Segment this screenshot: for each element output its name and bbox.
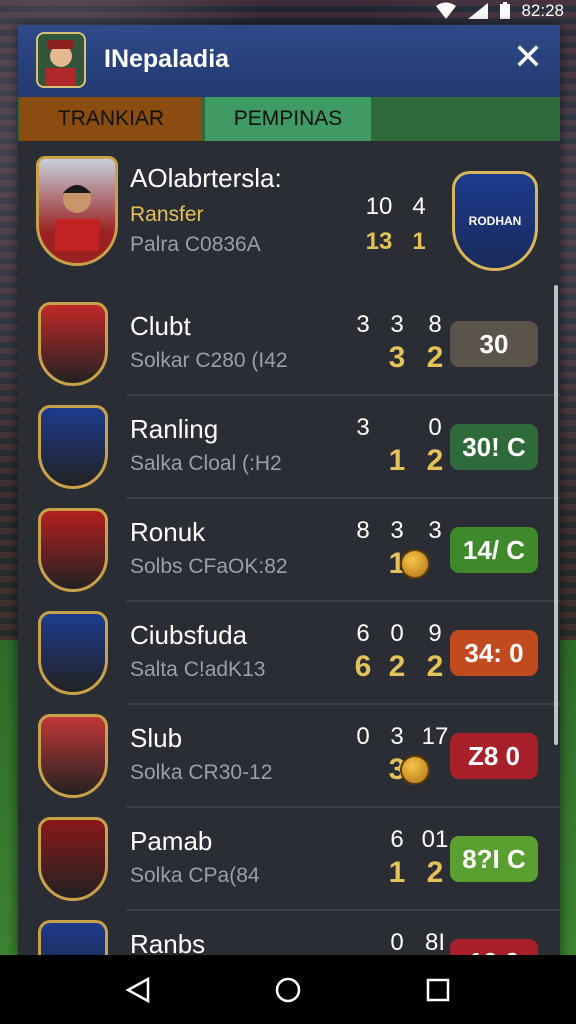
stat-top: 6 xyxy=(356,620,370,647)
club-crest-icon xyxy=(38,405,108,489)
club-crest-icon xyxy=(38,302,108,386)
panel-title: INepaladia xyxy=(104,45,230,73)
rankings-panel: INepaladia ✕ TRANKIAR PEMPINAS AOlabrter… xyxy=(18,25,560,960)
tab-pempinas[interactable]: PEMPINAS xyxy=(205,97,371,141)
player-name: Ronuk xyxy=(130,517,206,547)
featured-player-role: Ransfer xyxy=(130,203,204,226)
scrollbar[interactable] xyxy=(554,285,558,745)
stat-bottom: 2 xyxy=(426,444,444,477)
stat-top: 0 xyxy=(428,414,442,441)
player-sub: Solkar C280 (I42 xyxy=(130,349,288,372)
team-logo-icon xyxy=(36,32,86,88)
tab-bar: TRANKIAR PEMPINAS xyxy=(18,97,560,141)
battery-icon xyxy=(500,2,511,19)
rating-badge[interactable]: 14/ C xyxy=(450,527,538,573)
club-crest-icon xyxy=(38,817,108,901)
club-crest-icon xyxy=(38,714,108,798)
club-crest-icon xyxy=(38,508,108,592)
coin-icon xyxy=(400,755,430,785)
stat-top: 0 xyxy=(390,620,404,647)
android-nav-bar xyxy=(0,955,576,1024)
stat-bottom: 6 xyxy=(354,650,372,683)
stat-top: 8 xyxy=(428,311,442,338)
stat-bottom: 1 xyxy=(388,856,406,889)
wifi-icon xyxy=(436,2,457,19)
rating-badge[interactable]: Z8 0 xyxy=(450,733,538,779)
player-name: Pamab xyxy=(130,826,213,856)
stat-bottom: 2 xyxy=(426,650,444,683)
player-row[interactable]: Pamab Solka CPa(84 6 01 1 2 8?I C xyxy=(18,808,560,911)
tab-trankiar[interactable]: TRANKIAR xyxy=(20,97,202,141)
player-avatar xyxy=(36,156,118,266)
stat-top: 3 xyxy=(428,517,442,544)
featured-player-sub: Palra C0836A xyxy=(130,233,261,256)
stat-bottom: 3 xyxy=(388,341,406,374)
stat-top: 3 xyxy=(356,311,370,338)
player-row[interactable]: Clubt Solkar C280 (I42 3 3 8 3 2 30 xyxy=(18,293,560,396)
stat-bottom: 2 xyxy=(426,341,444,374)
stat-top: 17 xyxy=(421,723,449,750)
player-sub: Solbs CFaOK:82 xyxy=(130,555,288,578)
player-name: Ranling xyxy=(130,414,219,444)
stat-bottom: 1 xyxy=(388,444,406,477)
featured-stat-bottom-1: 13 xyxy=(365,228,393,255)
featured-player-name: AOlabrtersla: xyxy=(130,163,282,193)
featured-player-row[interactable]: AOlabrtersla: Ransfer Palra C0836A 10 4 … xyxy=(18,153,560,291)
stat-top: 0 xyxy=(390,929,404,956)
back-icon[interactable] xyxy=(118,975,158,1005)
rating-badge[interactable]: 8?I C xyxy=(450,836,538,882)
rating-badge[interactable]: 30 xyxy=(450,321,538,367)
coin-icon xyxy=(400,549,430,579)
stat-top: 3 xyxy=(390,311,404,338)
player-row[interactable]: Slub Solka CR30-12 0 3 17 3 Z8 0 xyxy=(18,705,560,808)
stat-top: 0 xyxy=(356,723,370,750)
club-crest-icon xyxy=(38,920,108,960)
rating-badge[interactable]: 34: 0 xyxy=(450,630,538,676)
player-name: Slub xyxy=(130,723,183,753)
featured-stat-bottom-2: 1 xyxy=(412,228,426,255)
stat-top: 8 xyxy=(356,517,370,544)
player-row[interactable]: Ranbs08I10 0 xyxy=(18,911,560,960)
signal-icon xyxy=(468,3,489,19)
stat-top: 3 xyxy=(390,517,404,544)
stat-top: 8I xyxy=(424,929,445,956)
status-bar: 82:28 xyxy=(0,0,576,24)
player-name: Clubt xyxy=(130,311,191,341)
player-row[interactable]: Ronuk Solbs CFaOK:82 8 3 3 1 14/ C xyxy=(18,499,560,602)
rating-badge[interactable]: 30! C xyxy=(450,424,538,470)
player-row[interactable]: Ciubsfuda Salta C!adK13 6 0 9 6 2 2 34: 0 xyxy=(18,602,560,705)
stat-bottom: 2 xyxy=(426,856,444,889)
home-icon[interactable] xyxy=(268,975,308,1005)
player-sub: Solka CPa(84 xyxy=(130,864,260,887)
player-name: Ciubsfuda xyxy=(130,620,248,650)
club-logo-icon: RODHAN xyxy=(452,171,538,271)
player-row[interactable]: Ranling Salka Cloal (:H2 3 0 1 2 30! C xyxy=(18,396,560,499)
player-sub: Salka Cloal (:H2 xyxy=(130,452,282,475)
featured-stat-top-2: 4 xyxy=(412,193,426,220)
stat-top: 9 xyxy=(428,620,442,647)
status-time: 82:28 xyxy=(521,1,564,20)
stat-top: 3 xyxy=(356,414,370,441)
player-sub: Solka CR30-12 xyxy=(130,761,273,784)
close-button[interactable]: ✕ xyxy=(508,37,548,77)
stat-top: 6 xyxy=(390,826,404,853)
panel-header: INepaladia ✕ xyxy=(18,25,560,97)
featured-stat-top-1: 10 xyxy=(365,193,393,220)
stat-bottom: 2 xyxy=(388,650,406,683)
player-sub: Salta C!adK13 xyxy=(130,658,266,681)
recents-icon[interactable] xyxy=(418,975,458,1005)
stat-top: 01 xyxy=(421,826,449,853)
club-crest-icon xyxy=(38,611,108,695)
stat-top: 3 xyxy=(390,723,404,750)
